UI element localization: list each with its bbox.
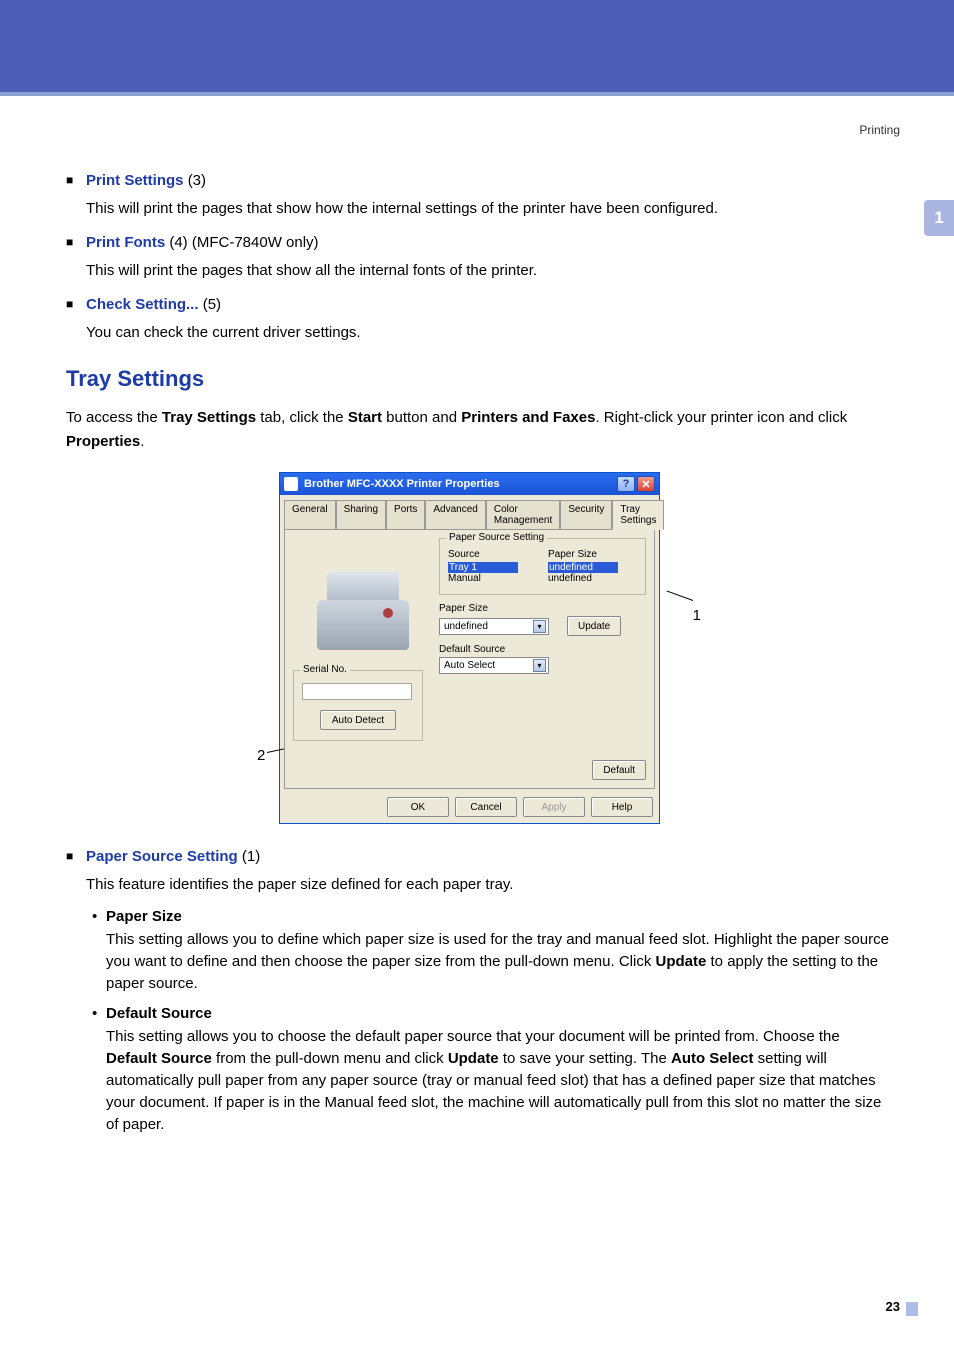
bullet-item: ■ Check Setting... (5)	[66, 294, 892, 316]
page-decoration	[906, 1302, 918, 1316]
chevron-down-icon: ▾	[533, 659, 546, 672]
tab-strip: General Sharing Ports Advanced Color Man…	[280, 495, 659, 529]
callout-1: 1	[693, 607, 701, 624]
source-row-manual[interactable]: Manual	[448, 573, 518, 584]
sub-bullet: • Paper Size	[92, 908, 892, 925]
bullet-body: This will print the pages that show all …	[86, 260, 892, 282]
serial-label: Serial No.	[300, 664, 350, 675]
dialog-title: Brother MFC-XXXX Printer Properties	[304, 478, 500, 490]
serial-group: Serial No. Auto Detect	[293, 670, 423, 741]
bullet-title: Check Setting... (5)	[86, 294, 221, 316]
tab-color-management[interactable]: Color Management	[486, 500, 560, 530]
tab-panel: Serial No. Auto Detect Paper Source Sett…	[284, 529, 655, 789]
ok-button[interactable]: OK	[387, 797, 449, 817]
tab-sharing[interactable]: Sharing	[336, 500, 386, 530]
chevron-down-icon: ▾	[533, 620, 546, 633]
square-bullet-icon: ■	[66, 846, 86, 866]
source-row-tray1[interactable]: Tray 1	[448, 562, 518, 573]
cancel-button[interactable]: Cancel	[455, 797, 517, 817]
bullet-title: Print Settings (3)	[86, 170, 206, 192]
tab-advanced[interactable]: Advanced	[425, 500, 485, 530]
dialog-figure: 1 2 🖶 Brother MFC-XXXX Printer Propertie…	[279, 472, 679, 824]
size-row-manual: undefined	[548, 573, 618, 584]
titlebar: 🖶 Brother MFC-XXXX Printer Properties ? …	[280, 473, 659, 495]
tab-ports[interactable]: Ports	[386, 500, 425, 530]
update-button[interactable]: Update	[567, 616, 621, 636]
default-source-dropdown[interactable]: Auto Select▾	[439, 657, 549, 674]
default-button[interactable]: Default	[592, 760, 646, 780]
help-button[interactable]: Help	[591, 797, 653, 817]
chapter-tab: 1	[924, 200, 954, 236]
access-paragraph: To access the Tray Settings tab, click t…	[66, 406, 892, 454]
bullet-title: Paper Source Setting (1)	[86, 846, 260, 868]
pss-label: Paper Source Setting	[446, 532, 547, 543]
paper-size-label: Paper Size	[439, 603, 646, 614]
tab-general[interactable]: General	[284, 500, 336, 530]
square-bullet-icon: ■	[66, 232, 86, 252]
content-area: ■ Print Settings (3) This will print the…	[66, 170, 892, 1146]
square-bullet-icon: ■	[66, 294, 86, 314]
bullet-item: ■ Print Settings (3)	[66, 170, 892, 192]
properties-dialog: 🖶 Brother MFC-XXXX Printer Properties ? …	[279, 472, 660, 824]
size-column-header: Paper Size	[548, 549, 618, 560]
sub-body: This setting allows you to define which …	[106, 929, 892, 995]
page-number: 23	[886, 1299, 900, 1314]
bullet-body: This feature identifies the paper size d…	[86, 874, 892, 896]
tab-tray-settings[interactable]: Tray Settings	[612, 500, 664, 530]
help-icon[interactable]: ?	[617, 476, 635, 492]
tab-security[interactable]: Security	[560, 500, 612, 530]
paper-size-dropdown[interactable]: undefined▾	[439, 618, 549, 635]
sub-title: Default Source	[106, 1005, 212, 1022]
top-banner	[0, 0, 954, 96]
printer-icon: 🖶	[284, 477, 298, 491]
bullet-body: This will print the pages that show how …	[86, 198, 892, 220]
tray-settings-heading: Tray Settings	[66, 366, 892, 392]
callout-line	[667, 590, 694, 601]
dialog-buttons: OK Cancel Apply Help	[280, 793, 659, 823]
bullet-item: ■ Paper Source Setting (1)	[66, 846, 892, 868]
close-icon[interactable]: ✕	[637, 476, 655, 492]
dot-bullet-icon: •	[92, 1005, 106, 1022]
auto-detect-button[interactable]: Auto Detect	[320, 710, 396, 730]
bullet-body: You can check the current driver setting…	[86, 322, 892, 344]
callout-2: 2	[257, 747, 265, 764]
serial-input[interactable]	[302, 683, 412, 700]
apply-button[interactable]: Apply	[523, 797, 585, 817]
dot-bullet-icon: •	[92, 908, 106, 925]
sub-bullet: • Default Source	[92, 1005, 892, 1022]
paper-source-group: Paper Source Setting Source Tray 1 Manua…	[439, 538, 646, 595]
section-header: Printing	[859, 123, 900, 137]
printer-illustration	[303, 548, 423, 658]
bullet-title: Print Fonts (4) (MFC-7840W only)	[86, 232, 319, 254]
sub-title: Paper Size	[106, 908, 182, 925]
size-row-tray1: undefined	[548, 562, 618, 573]
default-source-label: Default Source	[439, 644, 646, 655]
square-bullet-icon: ■	[66, 170, 86, 190]
sub-body: This setting allows you to choose the de…	[106, 1026, 892, 1136]
bullet-item: ■ Print Fonts (4) (MFC-7840W only)	[66, 232, 892, 254]
source-column-header: Source	[448, 549, 518, 560]
